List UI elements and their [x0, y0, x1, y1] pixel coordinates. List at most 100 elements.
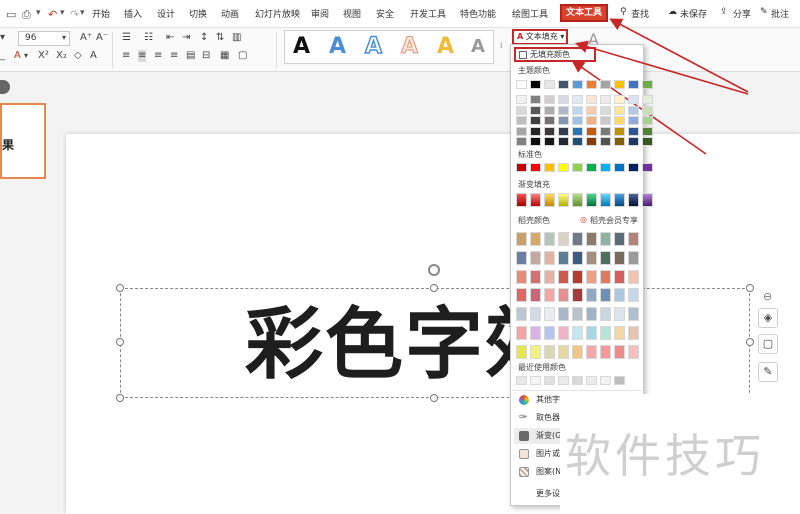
theme-color-swatch[interactable] [530, 137, 541, 146]
tab-transition[interactable]: 切换 [189, 7, 207, 20]
rice-color-swatch[interactable] [516, 232, 527, 246]
rice-color-swatch[interactable] [516, 250, 527, 265]
theme-color-swatch[interactable] [642, 80, 653, 89]
align-left-icon[interactable]: ≡ [122, 50, 130, 62]
gradient-fill-swatch[interactable] [642, 193, 653, 207]
theme-color-swatch[interactable] [628, 95, 639, 104]
theme-color-swatch[interactable] [544, 116, 555, 125]
theme-color-swatch[interactable] [516, 95, 527, 104]
theme-color-swatch[interactable] [628, 126, 639, 136]
vertical-align-icon[interactable]: ⊟ [202, 50, 210, 62]
rice-color-swatch[interactable] [572, 288, 583, 303]
rice-color-swatch[interactable] [544, 326, 555, 340]
theme-color-swatch[interactable] [614, 126, 625, 136]
rice-color-swatch[interactable] [586, 269, 597, 284]
gradient-fill-swatch[interactable] [586, 193, 597, 207]
wordart-style-peach[interactable]: A [400, 33, 418, 61]
theme-color-swatch[interactable] [614, 80, 625, 89]
theme-color-swatch[interactable] [614, 95, 625, 104]
rice-color-swatch[interactable] [628, 269, 639, 284]
theme-color-swatch[interactable] [586, 80, 597, 89]
gradient-fill-swatch[interactable] [614, 193, 625, 207]
shape-outline-icon[interactable]: ▢ [758, 334, 778, 354]
tab-security[interactable]: 安全 [376, 7, 394, 20]
rice-color-swatch[interactable] [628, 232, 639, 246]
rice-color-swatch[interactable] [572, 344, 583, 359]
rice-color-swatch[interactable] [628, 344, 639, 359]
wordart-style-gold[interactable]: A [437, 33, 454, 61]
standard-color-swatch[interactable] [586, 163, 597, 172]
quick-access-dropdown-icon[interactable]: ▾ [80, 8, 85, 18]
rice-color-swatch[interactable] [558, 288, 569, 303]
unsaved-status[interactable]: 未保存 [680, 7, 707, 20]
theme-color-swatch[interactable] [544, 95, 555, 104]
decrease-indent-icon[interactable]: ⇤ [166, 32, 174, 44]
rice-color-swatch[interactable] [614, 288, 625, 303]
tab-home[interactable]: 开始 [92, 7, 110, 20]
recent-color-swatch[interactable] [558, 376, 569, 385]
decrease-font-icon[interactable]: A⁻ [96, 32, 108, 44]
theme-color-swatch[interactable] [642, 137, 653, 146]
standard-color-swatch[interactable] [530, 163, 541, 172]
theme-color-swatch[interactable] [614, 137, 625, 146]
font-color-dropdown-icon[interactable]: ▾ [24, 50, 28, 62]
justify-icon[interactable]: ≡ [170, 50, 178, 62]
wordart-style-black[interactable]: A [293, 33, 310, 61]
theme-color-swatch[interactable] [600, 80, 611, 89]
rice-color-swatch[interactable] [544, 250, 555, 265]
rice-color-swatch[interactable] [614, 326, 625, 340]
text-direction-icon[interactable]: ⇅ [216, 32, 224, 44]
theme-color-swatch[interactable] [600, 95, 611, 104]
resize-handle[interactable] [116, 284, 124, 292]
rice-color-swatch[interactable] [558, 326, 569, 340]
format-painter-icon[interactable]: ✎ [758, 362, 778, 382]
theme-color-swatch[interactable] [586, 105, 597, 115]
subscript-icon[interactable]: X₂ [56, 50, 67, 62]
tab-developer[interactable]: 开发工具 [410, 7, 446, 20]
cloud-icon[interactable]: ☁ [668, 7, 677, 17]
resize-handle[interactable] [430, 394, 438, 402]
resize-handle[interactable] [430, 284, 438, 292]
rice-color-swatch[interactable] [558, 344, 569, 359]
rice-color-swatch[interactable] [600, 288, 611, 303]
recent-color-swatch[interactable] [516, 376, 527, 385]
rice-color-swatch[interactable] [586, 307, 597, 322]
comment-button[interactable]: 批注 [771, 7, 789, 20]
theme-color-swatch[interactable] [572, 105, 583, 115]
rice-color-swatch[interactable] [530, 307, 541, 322]
rice-color-swatch[interactable] [572, 326, 583, 340]
theme-color-swatch[interactable] [642, 126, 653, 136]
align-center-icon[interactable]: ≡ [138, 50, 147, 62]
recent-color-swatch[interactable] [544, 376, 555, 385]
distributed-icon[interactable]: ▤ [186, 50, 195, 62]
search-button[interactable]: 查找 [631, 7, 649, 20]
more-icon[interactable]: ▾ [36, 8, 41, 18]
rice-color-swatch[interactable] [628, 250, 639, 265]
rice-color-swatch[interactable] [586, 288, 597, 303]
theme-color-swatch[interactable] [516, 126, 527, 136]
recent-color-swatch[interactable] [614, 376, 625, 385]
rice-color-swatch[interactable] [544, 307, 555, 322]
theme-color-swatch[interactable] [572, 116, 583, 125]
theme-color-swatch[interactable] [516, 105, 527, 115]
theme-color-swatch[interactable] [516, 80, 527, 89]
line-spacing-icon[interactable]: ↕ [200, 32, 208, 44]
redo-icon[interactable]: ↷ [70, 8, 79, 21]
print-preview-icon[interactable]: ⎙ [22, 8, 31, 22]
wordart-style-gray[interactable]: A [471, 33, 485, 61]
rice-color-swatch[interactable] [600, 269, 611, 284]
rice-color-swatch[interactable] [530, 288, 541, 303]
rice-color-swatch[interactable] [558, 232, 569, 246]
theme-color-swatch[interactable] [572, 95, 583, 104]
theme-color-swatch[interactable] [544, 105, 555, 115]
gradient-fill-swatch[interactable] [558, 193, 569, 207]
theme-color-swatch[interactable] [558, 137, 569, 146]
gradient-fill-swatch[interactable] [572, 193, 583, 207]
rice-color-swatch[interactable] [572, 307, 583, 322]
theme-color-swatch[interactable] [628, 105, 639, 115]
theme-color-swatch[interactable] [558, 116, 569, 125]
rice-color-swatch[interactable] [614, 344, 625, 359]
increase-indent-icon[interactable]: ⇥ [182, 32, 190, 44]
underline-icon[interactable]: _ [0, 50, 5, 62]
standard-color-swatch[interactable] [600, 163, 611, 172]
